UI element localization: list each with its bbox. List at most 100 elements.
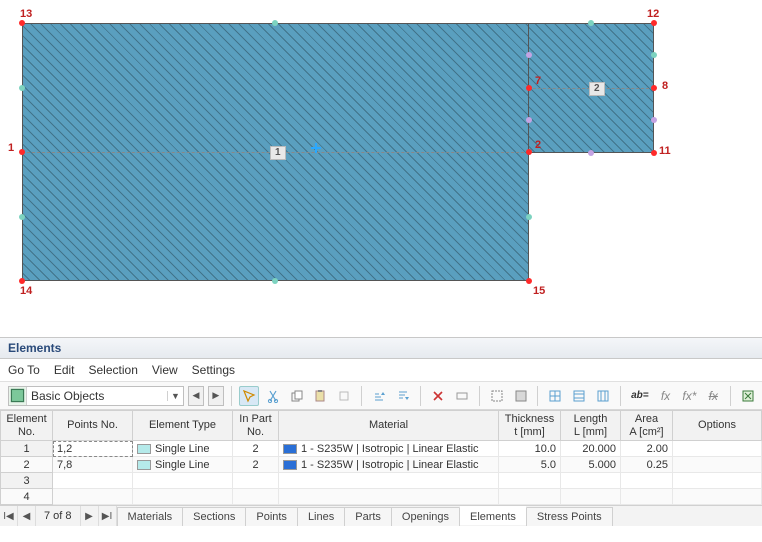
col-element-no[interactable]: Element No. [1,411,53,441]
table-row[interactable]: 1 1,2 Single Line 2 1 - S235W | Isotropi… [1,441,762,457]
bottom-bar: I◀ ◀ 7 of 8 ▶ ▶I Materials Sections Poin… [0,505,762,526]
node-15-point[interactable] [526,278,532,284]
nav-prev-button[interactable]: ◀ [18,506,36,526]
table-row[interactable]: 4 [1,489,762,505]
tab-elements[interactable]: Elements [459,506,527,525]
nav-position: 7 of 8 [36,506,81,526]
grid1-icon[interactable] [545,386,565,406]
drawing-canvas[interactable]: 13 12 8 11 7 1 2 14 15 1 2 [0,0,762,337]
node-2-label: 2 [535,139,541,151]
menu-goto[interactable]: Go To [8,363,40,377]
menu-settings[interactable]: Settings [192,363,235,377]
grid3-icon[interactable] [593,386,613,406]
type-swatch [137,444,151,454]
fx-clear-icon[interactable]: fx [703,386,723,406]
combo-text: Basic Objects [27,389,167,403]
node-12-label: 12 [647,8,659,20]
sort-desc-icon[interactable] [393,386,413,406]
sort-asc-icon[interactable] [369,386,389,406]
nav-next-button[interactable]: ▶ [81,506,99,526]
col-material[interactable]: Material [279,411,499,441]
node-15-label: 15 [533,285,545,297]
nav-last-button[interactable]: ▶I [99,506,117,526]
node-1-label: 1 [8,142,14,154]
element-2-badge: 2 [589,82,605,96]
material-swatch [283,444,297,454]
tab-lines[interactable]: Lines [297,507,345,526]
midpoint [651,52,657,58]
tab-sections[interactable]: Sections [182,507,246,526]
combo-prev-button[interactable]: ◀ [188,386,204,406]
menu-edit[interactable]: Edit [54,363,75,377]
midpoint [19,85,25,91]
midpoint [272,20,278,26]
table-row[interactable]: 3 [1,473,762,489]
tab-parts[interactable]: Parts [344,507,392,526]
deselect-icon[interactable] [511,386,531,406]
midpoint [588,20,594,26]
copy-icon[interactable] [287,386,307,406]
element-1-badge: 1 [270,146,286,160]
nav-first-button[interactable]: I◀ [0,506,18,526]
midpoint [272,278,278,284]
delete-icon[interactable] [428,386,448,406]
node-1-point[interactable] [19,149,25,155]
fx-icon[interactable]: fx [656,386,676,406]
node-2-point[interactable] [526,149,532,155]
midpoint [19,214,25,220]
node-11-label: 11 [659,145,671,157]
export-excel-icon[interactable] [738,386,758,406]
node-12-point[interactable] [651,20,657,26]
col-thickness[interactable]: Thickness t [mm] [499,411,561,441]
clear-cell-icon[interactable] [452,386,472,406]
combo-next-button[interactable]: ▶ [208,386,224,406]
select-all-icon[interactable] [487,386,507,406]
node-14-point[interactable] [19,278,25,284]
midpoint [526,52,532,58]
midpoint [526,214,532,220]
menu-selection[interactable]: Selection [89,363,138,377]
tab-openings[interactable]: Openings [391,507,460,526]
node-14-label: 14 [20,285,32,297]
panel-title: Elements [0,338,762,359]
col-area[interactable]: Area A [cm²] [621,411,673,441]
panel-toolbar: Basic Objects ▼ ◀ ▶ ab= fx fx* fx [0,382,762,410]
midpoint [526,117,532,123]
object-type-select[interactable]: Basic Objects ▼ [8,386,184,406]
col-element-type[interactable]: Element Type [133,411,233,441]
col-points-no[interactable]: Points No. [53,411,133,441]
clear-icon[interactable] [334,386,354,406]
center-marker [311,143,321,153]
node-11-point[interactable] [651,150,657,156]
midpoint [651,117,657,123]
type-swatch [137,460,151,470]
combo-icon [9,387,27,405]
select-tool-icon[interactable] [239,386,259,406]
grid2-icon[interactable] [569,386,589,406]
material-swatch [283,460,297,470]
tab-points[interactable]: Points [245,507,298,526]
col-length[interactable]: Length L [mm] [561,411,621,441]
node-7-label: 7 [535,75,541,87]
cut-icon[interactable] [263,386,283,406]
col-options[interactable]: Options [673,411,762,441]
node-13-label: 13 [20,8,32,20]
node-8-point[interactable] [651,85,657,91]
menu-view[interactable]: View [152,363,178,377]
elements-panel: Elements Go To Edit Selection View Setti… [0,337,762,526]
table-row[interactable]: 2 7,8 Single Line 2 1 - S235W | Isotropi… [1,457,762,473]
label-ab-icon[interactable]: ab= [628,386,652,406]
node-13-point[interactable] [19,20,25,26]
midpoint [588,150,594,156]
paste-icon[interactable] [310,386,330,406]
elements-table[interactable]: Element No. Points No. Element Type In P… [0,410,762,505]
points-cell[interactable]: 1,2 [53,441,133,457]
col-in-part-no[interactable]: In Part No. [233,411,279,441]
fx-highlight-icon[interactable]: fx* [679,386,699,406]
chevron-down-icon: ▼ [167,391,183,401]
panel-menu: Go To Edit Selection View Settings [0,359,762,382]
tab-stress[interactable]: Stress Points [526,507,613,526]
tab-materials[interactable]: Materials [117,507,184,526]
node-8-label: 8 [662,80,668,92]
node-7-point[interactable] [526,85,532,91]
